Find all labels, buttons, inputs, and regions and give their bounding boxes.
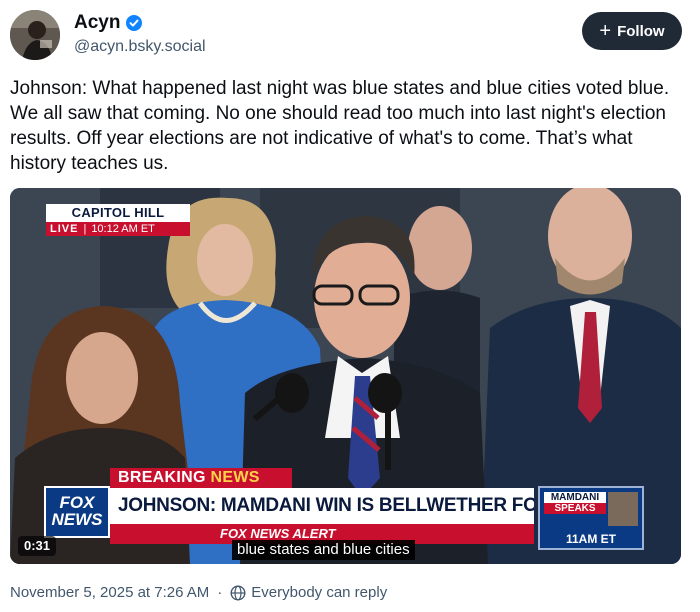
globe-icon bbox=[230, 584, 246, 601]
chyron-headline: JOHNSON: MAMDANI WIN IS BELLWETHER FOR D… bbox=[110, 488, 534, 524]
follow-button[interactable]: + Follow bbox=[582, 12, 682, 50]
post-text: Johnson: What happened last night was bl… bbox=[10, 78, 670, 174]
promo-time: 11AM ET bbox=[565, 532, 616, 546]
post-footer: November 5, 2025 at 7:26 AM · Everybody … bbox=[10, 584, 387, 601]
location-bug: CAPITOL HILL LIVE | 10:12 AM ET bbox=[46, 204, 190, 236]
post-header: Acyn @acyn.bsky.social + Follow bbox=[10, 10, 690, 62]
reply-setting[interactable]: Everybody can reply bbox=[251, 584, 387, 601]
plus-icon: + bbox=[599, 20, 612, 42]
promo-line-2: SPEAKS bbox=[544, 503, 606, 514]
author-handle[interactable]: @acyn.bsky.social bbox=[74, 38, 206, 56]
display-name[interactable]: Acyn bbox=[74, 12, 120, 34]
follow-label: Follow bbox=[617, 22, 665, 40]
breaking-news-label: BREAKING NEWS bbox=[110, 468, 292, 488]
live-bar: LIVE | 10:12 AM ET bbox=[46, 222, 190, 236]
footer-separator: · bbox=[217, 584, 223, 601]
verified-badge-icon bbox=[126, 15, 143, 31]
live-time: 10:12 AM ET bbox=[91, 223, 155, 235]
fox-news-logo: FOX NEWS bbox=[44, 486, 110, 538]
breaking-word: BREAKING bbox=[118, 469, 206, 486]
post-timestamp[interactable]: November 5, 2025 at 7:26 AM bbox=[10, 584, 209, 601]
video-player[interactable]: CAPITOL HILL LIVE | 10:12 AM ET BREAKING… bbox=[10, 188, 681, 564]
promo-line-1: MAMDANI bbox=[544, 492, 606, 503]
live-divider: | bbox=[83, 223, 87, 235]
avatar[interactable] bbox=[10, 10, 60, 60]
name-row: Acyn bbox=[74, 12, 143, 34]
closed-caption: blue states and blue cities bbox=[232, 540, 415, 560]
location-label: CAPITOL HILL bbox=[46, 204, 190, 222]
video-timecode[interactable]: 0:31 bbox=[18, 536, 57, 556]
promo-thumbnail bbox=[608, 492, 638, 526]
news-word: NEWS bbox=[210, 469, 260, 486]
live-label: LIVE bbox=[50, 223, 79, 235]
promo-title: MAMDANI SPEAKS bbox=[544, 492, 606, 514]
promo-box: MAMDANI SPEAKS 11AM ET bbox=[538, 486, 644, 550]
